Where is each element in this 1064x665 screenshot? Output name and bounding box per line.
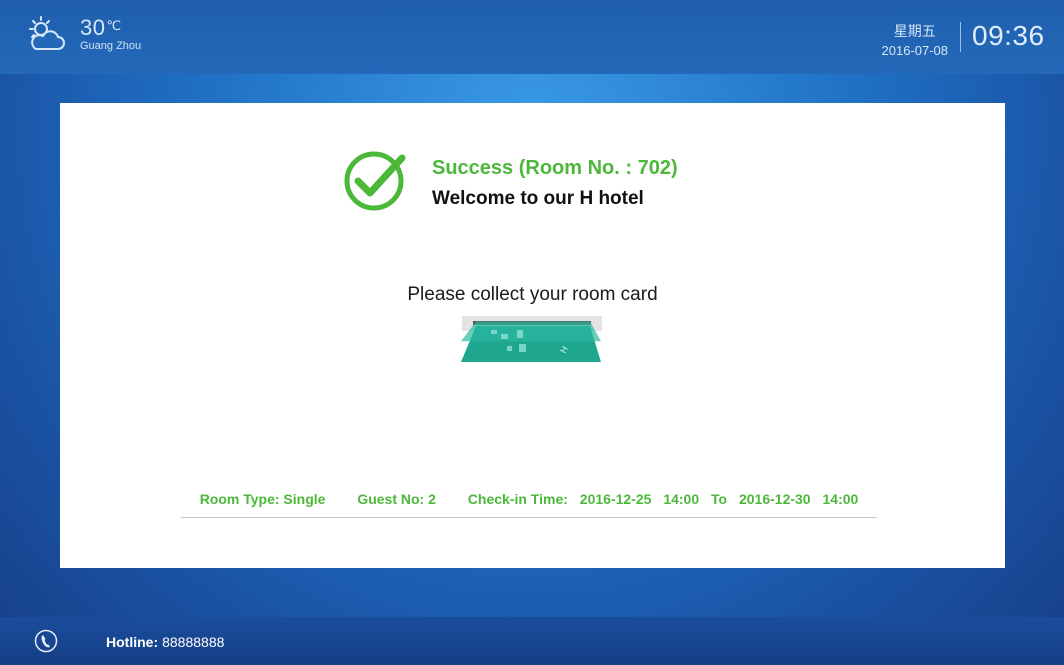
- temperature: 30℃: [80, 15, 122, 40]
- temperature-unit: ℃: [106, 18, 122, 33]
- phone-icon[interactable]: [34, 629, 58, 653]
- partly-cloudy-icon: [29, 16, 65, 50]
- checkout-date: 2016-12-30: [738, 491, 811, 507]
- room-type: Room Type: Single: [199, 491, 326, 507]
- city-name: Guang Zhou: [80, 40, 142, 52]
- guest-count: Guest No: 2: [357, 491, 436, 507]
- clock: 09:36: [972, 20, 1045, 51]
- bottom-bar: Hotline: 88888888: [0, 617, 1064, 665]
- success-message: Success (Room No. : 702): [432, 157, 678, 179]
- weekday: 星期五: [893, 24, 936, 40]
- header-divider: [960, 22, 961, 52]
- hotline: Hotline: 88888888: [106, 634, 224, 650]
- date-display: 星期五 2016-07-08: [882, 21, 949, 58]
- room-card-slot-icon: H: [461, 316, 602, 362]
- welcome-message: Welcome to our H hotel: [432, 188, 644, 209]
- date: 2016-07-08: [881, 43, 949, 58]
- to-label: To: [711, 491, 728, 507]
- checkin-label: Check-in Time:: [467, 491, 568, 507]
- checkin-start-date: 2016-12-25: [579, 491, 652, 507]
- checkin-result-panel: Success (Room No. : 702) Welcome to our …: [60, 103, 1005, 568]
- checkin-start-time: 14:00: [663, 491, 700, 507]
- check-circle-icon: [344, 151, 406, 211]
- divider-line: [181, 517, 877, 518]
- hotline-number: 88888888: [162, 634, 225, 650]
- checkout-time: 14:00: [822, 491, 859, 507]
- top-bar: 30℃ Guang Zhou 星期五 2016-07-08 09:36: [0, 0, 1064, 74]
- weather-widget: 30℃ Guang Zhou: [26, 15, 166, 59]
- hotline-label: Hotline:: [106, 634, 159, 650]
- collect-card-instruction: Please collect your room card: [407, 284, 658, 305]
- booking-details: Room Type: Single Guest No: 2 Check-in T…: [181, 491, 877, 507]
